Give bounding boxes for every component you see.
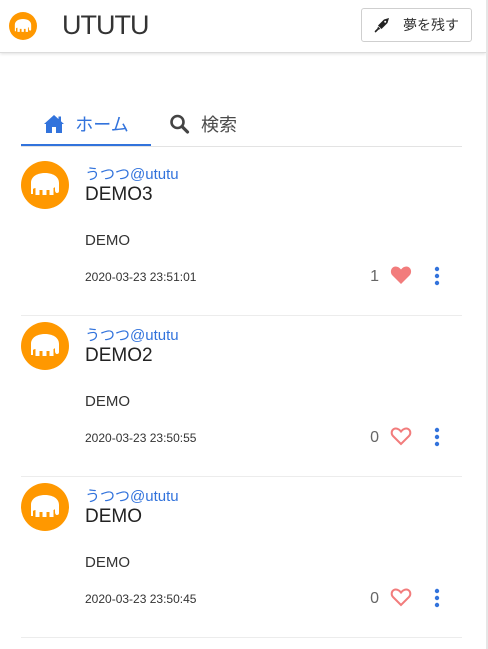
- heart-outline-icon[interactable]: [390, 426, 412, 446]
- more-options-icon[interactable]: [431, 587, 443, 609]
- post-body: DEMO: [85, 554, 130, 571]
- like-count: 1: [370, 268, 379, 285]
- post-card: うつつ@ututu DEMO3 DEMO 2020-03-23 23:51:01…: [21, 155, 462, 316]
- tab-bar: ホーム 検索: [21, 104, 462, 147]
- more-options-icon[interactable]: [431, 426, 443, 448]
- post-username[interactable]: うつつ@ututu: [85, 485, 179, 506]
- like-count: 0: [370, 590, 379, 607]
- pen-icon: [374, 18, 389, 33]
- search-icon: [170, 114, 190, 134]
- post-dream-button-label: 夢を残す: [403, 17, 459, 33]
- elephant-logo-icon[interactable]: [9, 12, 37, 40]
- heart-filled-icon[interactable]: [390, 265, 412, 285]
- post-title: DEMO2: [85, 345, 153, 366]
- post-dream-button[interactable]: 夢を残す: [361, 8, 472, 42]
- like-count: 0: [370, 429, 379, 446]
- post-title: DEMO: [85, 506, 142, 527]
- post-timestamp: 2020-03-23 23:50:55: [85, 431, 197, 445]
- post-timestamp: 2020-03-23 23:50:45: [85, 592, 197, 606]
- tab-home-label: ホーム: [75, 115, 129, 135]
- post-card: うつつ@ututu DEMO DEMO 2020-03-23 23:50:45 …: [21, 477, 462, 638]
- user-avatar[interactable]: [21, 161, 69, 209]
- post-title: DEMO3: [85, 184, 153, 205]
- user-avatar[interactable]: [21, 322, 69, 370]
- heart-outline-icon[interactable]: [390, 587, 412, 607]
- post-body: DEMO: [85, 393, 130, 410]
- user-avatar[interactable]: [21, 483, 69, 531]
- brand-logo-text[interactable]: UTUTU: [62, 10, 149, 40]
- tab-search[interactable]: 検索: [169, 104, 237, 144]
- tab-search-label: 検索: [201, 115, 237, 135]
- app-header: UTUTU 夢を残す: [0, 0, 486, 53]
- post-username[interactable]: うつつ@ututu: [85, 324, 179, 345]
- home-icon: [44, 115, 65, 133]
- post-timestamp: 2020-03-23 23:51:01: [85, 270, 197, 284]
- post-body: DEMO: [85, 232, 130, 249]
- post-card: うつつ@ututu DEMO2 DEMO 2020-03-23 23:50:55…: [21, 316, 462, 477]
- post-username[interactable]: うつつ@ututu: [85, 163, 179, 184]
- tab-home[interactable]: ホーム: [21, 104, 151, 146]
- more-options-icon[interactable]: [431, 265, 443, 287]
